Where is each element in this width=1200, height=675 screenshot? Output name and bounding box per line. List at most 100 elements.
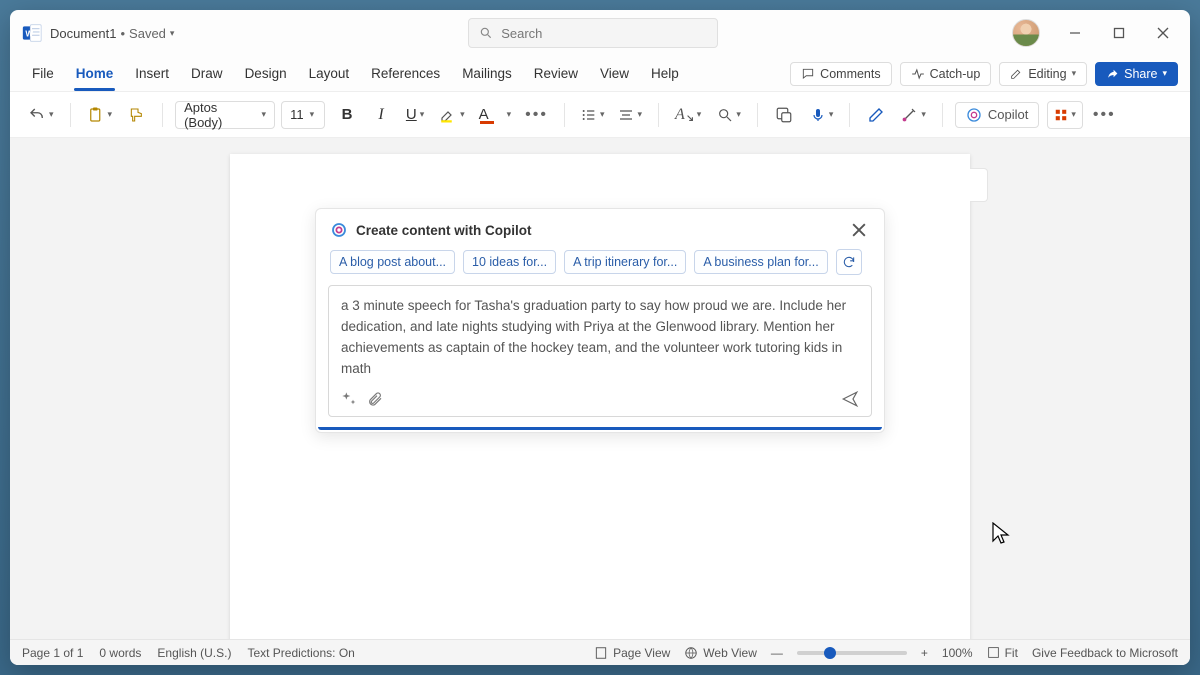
copilot-suggestion-chip[interactable]: A blog post about... [330,250,455,274]
paste-button[interactable]: ▾ [83,101,117,129]
chevron-down-icon: ▾ [697,109,702,120]
chevron-down-icon: ▾ [507,109,512,120]
menu-item-design[interactable]: Design [235,60,297,87]
status-predictions[interactable]: Text Predictions: On [247,646,354,660]
search-placeholder: Search [501,26,542,41]
font-size-select[interactable]: 11▾ [281,101,325,129]
statusbar: Page 1 of 1 0 words English (U.S.) Text … [10,639,1190,665]
undo-button[interactable]: ▾ [24,101,58,129]
refresh-icon [842,255,856,269]
font-name-select[interactable]: Aptos (Body)▾ [175,101,275,129]
dictate-button[interactable]: ▾ [806,101,838,129]
menu-item-mailings[interactable]: Mailings [452,60,522,87]
chevron-down-icon: ▾ [1071,109,1076,120]
document-title[interactable]: Document1 • Saved ▾ [50,26,174,41]
search-icon [479,26,493,40]
zoom-level[interactable]: 100% [942,646,973,660]
scroll-thumb[interactable] [970,168,988,202]
editing-mode-button[interactable]: Editing ▾ [999,62,1087,86]
copilot-accent-bar [318,427,882,430]
copilot-input-area[interactable]: a 3 minute speech for Tasha's graduation… [328,285,872,417]
menu-item-home[interactable]: Home [66,60,124,87]
chevron-down-icon: ▾ [262,109,267,120]
status-page[interactable]: Page 1 of 1 [22,646,83,660]
menu-item-view[interactable]: View [590,60,639,87]
menu-item-review[interactable]: Review [524,60,588,87]
chevron-down-icon: ▾ [1162,68,1167,79]
app-window: W Document1 • Saved ▾ Search FileHomeIns… [10,10,1190,665]
copilot-icon [966,107,982,123]
menu-item-help[interactable]: Help [641,60,689,87]
bold-button[interactable]: B [333,101,361,129]
copilot-button[interactable]: Copilot [955,102,1039,128]
format-painter-button[interactable] [122,101,150,129]
pulse-icon [911,67,925,81]
zoom-out-button[interactable]: — [771,646,783,660]
copilot-title: Create content with Copilot [356,223,532,238]
close-button[interactable] [1144,18,1182,48]
align-button[interactable]: ▾ [614,101,646,129]
status-wordcount[interactable]: 0 words [99,646,141,660]
copilot-panel: Create content with Copilot A blog post … [315,208,885,433]
web-view-button[interactable]: Web View [684,646,757,660]
highlight-button[interactable]: ▾ [435,101,469,129]
word-icon: W [22,23,42,43]
page[interactable]: Create content with Copilot A blog post … [230,154,970,639]
pencil-icon [1010,67,1023,80]
copilot-suggestion-chip[interactable]: A business plan for... [694,250,827,274]
styles-button[interactable]: A▾ [671,101,705,129]
addin-button[interactable] [770,101,798,129]
font-color-button[interactable]: A▾ [475,101,516,129]
sparkle-icon[interactable] [341,391,357,407]
copilot-close-button[interactable] [848,219,870,241]
maximize-button[interactable] [1100,18,1138,48]
menubar: FileHomeInsertDrawDesignLayoutReferences… [10,56,1190,92]
chevron-down-icon: ▾ [829,109,834,120]
menu-item-draw[interactable]: Draw [181,60,233,87]
page-view-button[interactable]: Page View [594,646,670,660]
status-language[interactable]: English (U.S.) [157,646,231,660]
document-canvas[interactable]: Create content with Copilot A blog post … [10,138,1190,639]
search-input[interactable]: Search [468,18,718,48]
menu-item-layout[interactable]: Layout [299,60,360,87]
more-font-button[interactable]: ••• [521,101,552,129]
fit-button[interactable]: Fit [987,646,1018,660]
copilot-send-button[interactable] [841,390,859,408]
copilot-suggestion-chip[interactable]: 10 ideas for... [463,250,556,274]
zoom-in-button[interactable]: + [921,646,928,660]
catchup-button[interactable]: Catch-up [900,62,992,86]
underline-button[interactable]: U▾ [401,101,429,129]
chevron-down-icon: ▾ [310,109,315,120]
attachment-icon[interactable] [367,391,383,407]
bullets-button[interactable]: ▾ [577,101,609,129]
editor-button[interactable] [862,101,890,129]
chevron-down-icon: ▾ [49,109,54,120]
minimize-button[interactable] [1056,18,1094,48]
send-icon [841,390,859,408]
menu-item-references[interactable]: References [361,60,450,87]
comments-button[interactable]: Comments [790,62,891,86]
find-button[interactable]: ▾ [713,101,745,129]
menu-item-insert[interactable]: Insert [125,60,179,87]
menu-item-file[interactable]: File [22,60,64,87]
designer-button[interactable]: ▾ [896,101,930,129]
italic-button[interactable]: I [367,101,395,129]
svg-text:W: W [25,28,33,38]
mouse-cursor-icon [992,522,1010,546]
share-button[interactable]: Share ▾ [1095,62,1178,86]
chevron-down-icon: ▾ [736,109,741,120]
grid-view-button[interactable]: ▾ [1047,101,1083,129]
chevron-down-icon: ▾ [1072,68,1077,79]
avatar[interactable] [1012,19,1040,47]
save-status: Saved [129,26,166,41]
copilot-input-text[interactable]: a 3 minute speech for Tasha's graduation… [341,296,859,380]
comment-icon [801,67,815,81]
chevron-down-icon: ▾ [108,109,113,120]
copilot-suggestions-refresh-button[interactable] [836,249,862,275]
copilot-suggestion-chip[interactable]: A trip itinerary for... [564,250,686,274]
feedback-link[interactable]: Give Feedback to Microsoft [1032,646,1178,660]
chevron-down-icon: ▾ [460,109,465,120]
zoom-slider[interactable] [797,651,907,655]
titlebar-left: W Document1 • Saved ▾ [18,23,174,43]
ribbon-more-button[interactable]: ••• [1089,101,1120,129]
